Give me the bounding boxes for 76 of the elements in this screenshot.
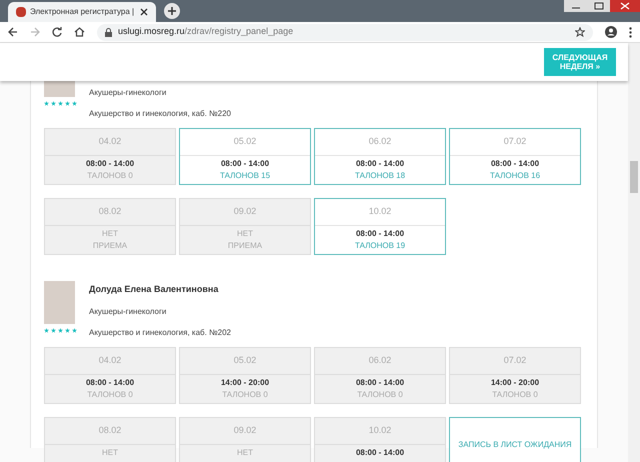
scrollbar[interactable] — [628, 43, 640, 462]
waitlist-label: ЗАПИСЬ В ЛИСТ ОЖИДАНИЯ — [458, 439, 572, 451]
home-icon[interactable] — [74, 27, 85, 37]
day-date: 10.02 — [315, 199, 445, 226]
browser-tab[interactable]: Электронная регистратура | — [8, 2, 156, 22]
site-icon — [16, 7, 26, 17]
schedule-day-card[interactable]: 05.02 08:00 - 14:00 ТАЛОНОВ 15 — [179, 128, 311, 185]
photo-placeholder — [44, 281, 75, 324]
time-range: 08:00 - 14:00 — [356, 448, 404, 458]
account-icon[interactable] — [605, 26, 617, 38]
day-date: 05.02 — [180, 129, 310, 156]
day-date: 06.02 — [315, 348, 445, 374]
tickets-count: ТАЛОНОВ 0 — [87, 171, 133, 181]
doctor-specialty: Акушеры-гинекологи — [89, 87, 168, 99]
rating-star — [44, 101, 49, 106]
tickets-count: ТАЛОНОВ 0 — [357, 390, 403, 400]
doctor-specialty: Акушеры-гинекологи — [89, 306, 168, 318]
time-range: 08:00 - 14:00 — [356, 159, 404, 169]
rating-star — [51, 328, 56, 333]
menu-icon[interactable] — [629, 26, 632, 38]
rating-star — [72, 101, 77, 106]
tickets-count: ТАЛОНОВ 0 — [87, 390, 133, 400]
no-reception-text: НЕТ — [102, 229, 118, 239]
tickets-count: ТАЛОНОВ 0 — [222, 390, 268, 400]
schedule-day-card[interactable]: 10.02 08:00 - 14:00 ТАЛОНОВ 19 — [314, 198, 446, 255]
doctor-department: Акушерство и гинекология, каб. №220 — [89, 108, 231, 120]
no-reception-text: ПРИЕМА — [228, 241, 262, 251]
time-range: 08:00 - 14:00 — [356, 378, 404, 388]
address-bar[interactable]: uslugi.mosreg.ru/zdrav/registry_panel_page — [97, 24, 593, 40]
rating-star — [51, 101, 56, 106]
day-date: 04.02 — [45, 129, 175, 156]
day-date: 09.02 — [180, 199, 310, 226]
no-reception-text: НЕТ — [237, 229, 253, 239]
rating-star — [58, 328, 63, 333]
time-range: 14:00 - 20:00 — [220, 378, 270, 388]
tickets-count: ТАЛОНОВ 15 — [220, 171, 270, 181]
reload-icon[interactable] — [52, 27, 62, 37]
tickets-count: ТАЛОНОВ 16 — [490, 171, 540, 181]
day-date: 07.02 — [450, 348, 580, 374]
tickets-count: ТАЛОНОВ 0 — [492, 390, 538, 400]
no-reception-text: НЕТ — [102, 448, 118, 458]
tickets-count: ТАЛОНОВ 19 — [354, 241, 406, 251]
no-reception-text: НЕТ — [237, 448, 253, 458]
time-range: 08:00 - 14:00 — [86, 378, 134, 388]
new-tab-icon[interactable] — [164, 3, 180, 19]
tab-title: Электронная регистратура | — [30, 6, 136, 18]
day-date: 05.02 — [180, 348, 310, 374]
schedule-day-card[interactable]: 06.02 08:00 - 14:00 ТАЛОНОВ 18 — [314, 128, 446, 185]
rating-star — [65, 101, 70, 106]
time-range: 08:00 - 14:00 — [490, 159, 540, 169]
doctor-name: Долуда Елена Валентиновна — [89, 283, 220, 296]
day-date: 06.02 — [315, 129, 445, 156]
url-text: uslugi.mosreg.ru/zdrav/registry_panel_page — [118, 25, 294, 38]
day-date: 10.02 — [315, 418, 445, 444]
rating-star — [58, 101, 63, 106]
time-range: 14:00 - 20:00 — [490, 378, 540, 388]
doctor-department: Акушерство и гинекология, каб. №202 — [89, 326, 231, 338]
rating-star — [65, 328, 70, 333]
time-range: 08:00 - 14:00 — [356, 229, 404, 239]
no-reception-text: ПРИЕМА — [92, 241, 128, 251]
close-icon[interactable] — [140, 8, 148, 16]
star-icon[interactable] — [575, 27, 585, 37]
back-icon[interactable] — [8, 27, 18, 37]
day-date: 07.02 — [450, 129, 580, 156]
day-date: 08.02 — [45, 418, 175, 444]
rating-star — [72, 328, 77, 333]
lock-icon — [105, 28, 112, 36]
schedule-day-card[interactable]: 07.02 08:00 - 14:00 ТАЛОНОВ 16 — [449, 128, 581, 185]
tickets-count: ТАЛОНОВ 18 — [354, 171, 406, 181]
time-range: 08:00 - 14:00 — [220, 159, 270, 169]
day-date: 08.02 — [45, 199, 175, 226]
time-range: 08:00 - 14:00 — [86, 159, 134, 169]
day-date: 04.02 — [45, 348, 175, 374]
window-controls-icon[interactable] — [564, 0, 640, 14]
day-date: 09.02 — [180, 418, 310, 444]
rating-star — [44, 328, 49, 333]
